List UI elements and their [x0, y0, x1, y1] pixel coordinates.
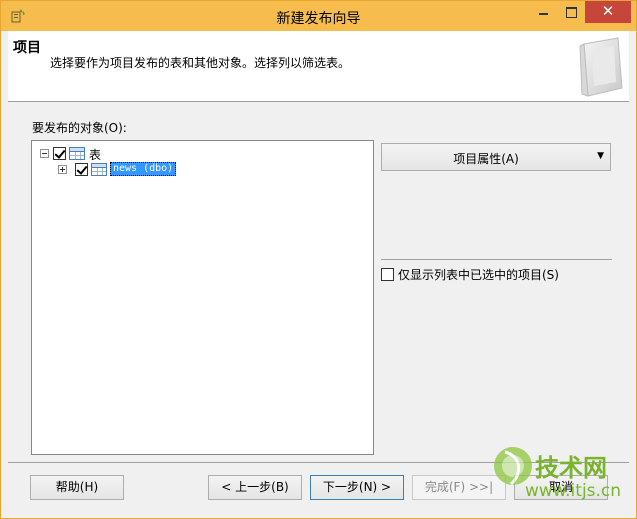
- collapse-icon[interactable]: [40, 149, 49, 158]
- tables-checkbox[interactable]: [53, 147, 66, 160]
- objects-tree[interactable]: 表 news (dbo): [31, 140, 374, 455]
- close-button[interactable]: ✕: [585, 1, 631, 23]
- article-properties-button[interactable]: 项目属性(A) ▼: [381, 143, 611, 171]
- wizard-header: 项目 选择要作为项目发布的表和其他对象。选择列以筛选表。: [8, 31, 629, 102]
- title-bar[interactable]: 新建发布向导 ✕: [1, 1, 636, 31]
- page-description: 选择要作为项目发布的表和其他对象。选择列以筛选表。: [50, 56, 351, 70]
- objects-label: 要发布的对象(O):: [32, 121, 127, 135]
- watermark-brand: 技术网: [535, 454, 607, 482]
- wizard-window: 新建发布向导 ✕ 项目 选择要作为项目发布的表和其他对象。选择列以筛选表。 要发…: [0, 0, 637, 519]
- article-properties-label: 项目属性(A): [453, 152, 519, 166]
- only-selected-checkbox[interactable]: [381, 268, 394, 281]
- tree-node-label[interactable]: news (dbo): [110, 162, 177, 176]
- table-icon: [91, 163, 107, 176]
- maximize-button[interactable]: [557, 1, 585, 23]
- minimize-button[interactable]: [529, 1, 557, 23]
- page-title: 项目: [13, 40, 41, 56]
- table-icon: [69, 147, 85, 160]
- expand-icon[interactable]: [58, 165, 67, 174]
- tree-node-label: 表: [89, 148, 102, 162]
- help-button[interactable]: 帮助(H): [30, 475, 124, 500]
- news-checkbox[interactable]: [75, 163, 88, 176]
- previous-button[interactable]: < 上一步(B): [208, 475, 302, 500]
- watermark-url: www.itjs.cn: [525, 481, 622, 501]
- only-selected-label[interactable]: 仅显示列表中已选中的项目(S): [398, 266, 559, 283]
- tree-node-news[interactable]: news (dbo): [58, 162, 218, 178]
- divider: [381, 259, 612, 260]
- tree-node-tables[interactable]: 表: [40, 146, 160, 162]
- next-button[interactable]: 下一步(N) >: [310, 475, 404, 500]
- dropdown-arrow-icon: ▼: [597, 151, 604, 161]
- close-icon: ✕: [601, 2, 615, 20]
- wizard-banner-icon: [579, 37, 623, 97]
